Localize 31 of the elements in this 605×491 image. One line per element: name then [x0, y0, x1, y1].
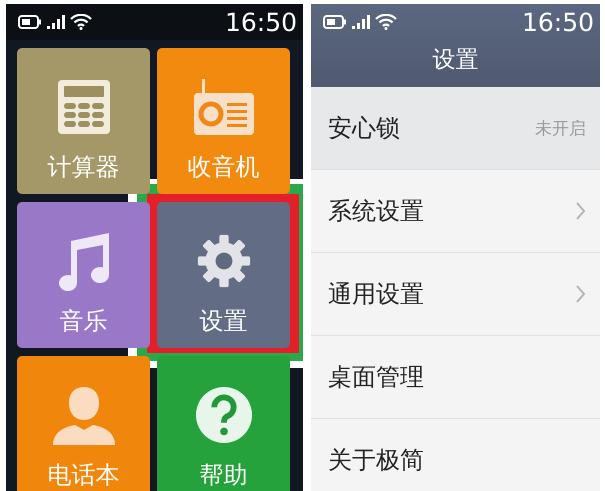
- app-tile[interactable]: 设置: [157, 202, 290, 348]
- wifi-icon: [70, 14, 92, 30]
- tile-label: 帮助: [200, 460, 248, 490]
- signal-icon: [352, 15, 370, 29]
- clock-time: 16:50: [224, 8, 297, 36]
- status-value: 未开启: [535, 118, 586, 140]
- radio-icon: [194, 79, 254, 135]
- tile-label: 收音机: [188, 152, 260, 182]
- settings-item[interactable]: 桌面管理: [311, 336, 600, 419]
- app-tile[interactable]: 计算器: [17, 48, 150, 194]
- calculator-icon: [58, 80, 110, 134]
- tile-label: 音乐: [60, 306, 108, 336]
- settings-item[interactable]: 安心锁 未开启: [311, 87, 600, 170]
- gear-icon: [196, 233, 252, 289]
- question-mark-icon: [194, 386, 252, 444]
- tile-label: 设置: [200, 306, 248, 336]
- tile-label: 计算器: [48, 152, 120, 182]
- app-tile[interactable]: 帮助: [157, 356, 290, 491]
- settings-item[interactable]: 通用设置: [311, 253, 600, 336]
- screen-title: 设置: [432, 46, 480, 75]
- app-tile[interactable]: 音乐: [17, 202, 150, 348]
- settings-item[interactable]: 系统设置: [311, 170, 600, 253]
- signal-icon: [47, 15, 65, 29]
- wifi-icon: [375, 14, 397, 30]
- battery-icon: [323, 15, 347, 29]
- clock-time: 16:50: [522, 8, 594, 36]
- person-icon: [50, 385, 116, 445]
- settings-item[interactable]: 关于极简: [311, 419, 600, 491]
- battery-icon: [18, 15, 42, 29]
- music-note-icon: [56, 231, 110, 291]
- tile-label: 电话本: [48, 460, 120, 490]
